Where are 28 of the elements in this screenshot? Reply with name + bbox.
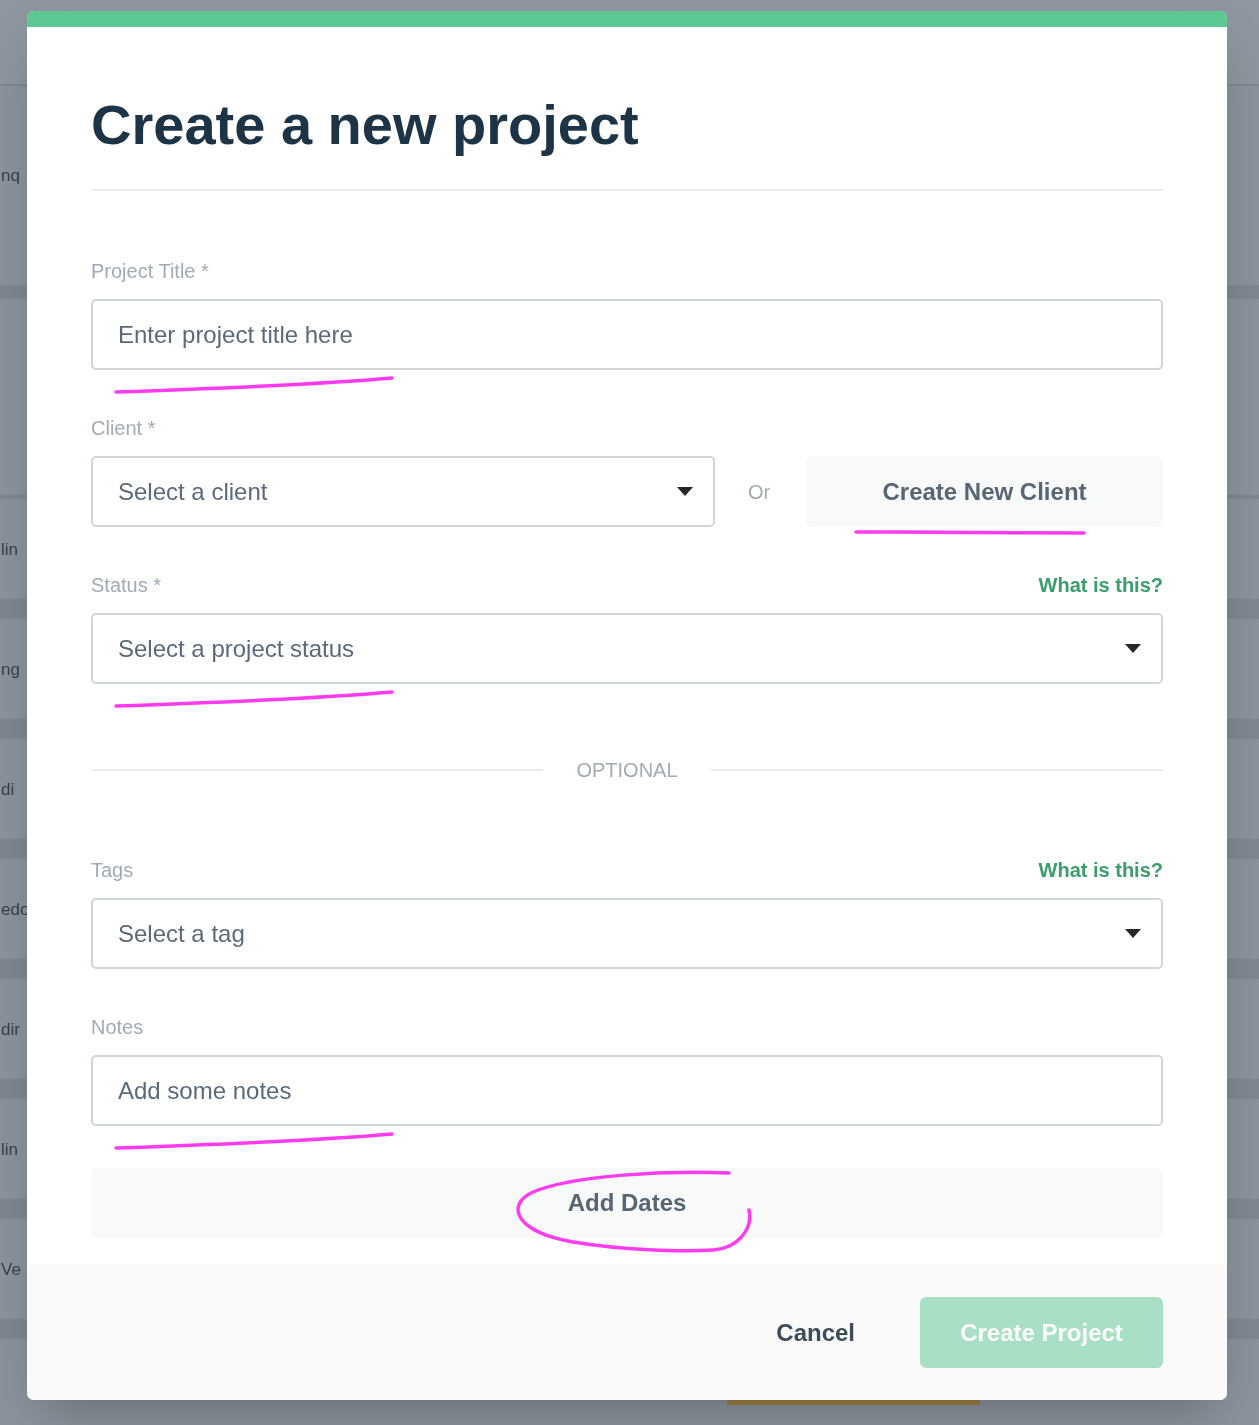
caret-icon (677, 487, 693, 496)
add-dates-button[interactable]: Add Dates (91, 1168, 1163, 1238)
background-text: nq (1, 167, 20, 184)
background-text: lin (1, 540, 18, 558)
text-input[interactable]: Enter project title here (91, 299, 1163, 370)
help-link[interactable]: What is this? (1038, 858, 1163, 882)
field-label: Project Title * (91, 259, 209, 283)
background-text: dir (1, 1020, 20, 1038)
background-text: ng (1, 660, 20, 678)
dropdown-field[interactable]: Select a tag (91, 898, 1163, 969)
background-text: lin (1, 1140, 18, 1158)
dialog-title: Create a new project (91, 93, 640, 157)
caret-icon (1125, 644, 1141, 653)
caret-icon (1125, 929, 1141, 938)
field-label: Status * (91, 573, 162, 597)
field-label: Tags (91, 858, 134, 882)
text-input[interactable]: Add some notes (91, 1055, 1163, 1126)
background-text: di (1, 780, 15, 798)
dropdown-field[interactable]: Select a client (91, 456, 715, 527)
section-label: OPTIONAL (575, 758, 679, 783)
dropdown-field[interactable]: Select a project status (91, 613, 1163, 684)
cancel-button[interactable]: Cancel (752, 1297, 879, 1368)
background-text: Ve (1, 1260, 21, 1278)
field-label: Client * (91, 416, 156, 440)
separator-text: Or (747, 479, 772, 505)
field-label: Notes (91, 1015, 144, 1039)
help-link[interactable]: What is this? (1038, 573, 1163, 597)
create-client-button[interactable]: Create New Client (806, 456, 1163, 527)
